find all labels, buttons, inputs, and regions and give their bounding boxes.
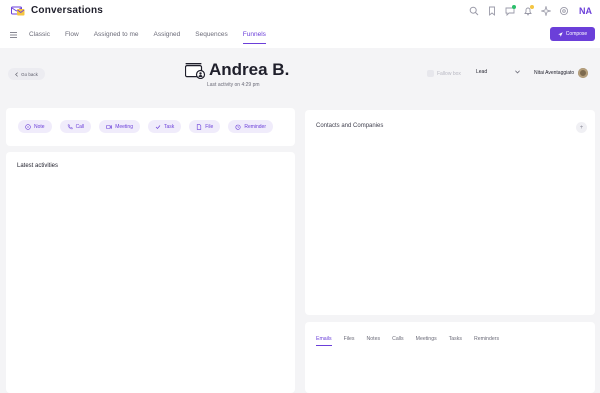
add-contact-button[interactable]: + [576,122,587,133]
task-action-label: Task [163,123,175,130]
app-logo-icon[interactable] [11,5,25,16]
settings-icon[interactable] [558,6,569,17]
tab-flow[interactable]: Flow [65,22,79,48]
file-icon [197,123,202,130]
stage-select[interactable]: Lead [476,69,520,75]
nav-bar: Classic Flow Assigned to me Assigned Seq… [0,22,600,48]
top-icons: NA [468,4,592,18]
search-icon[interactable] [468,6,479,17]
tab-notes[interactable]: Notes [367,336,381,345]
fallow-checkbox[interactable] [427,70,434,77]
chevron-down-icon [515,70,520,74]
chevron-left-icon [15,71,18,77]
note-icon [25,123,31,130]
file-action-button[interactable]: File [189,120,221,133]
menu-icon[interactable] [10,32,17,38]
contact-card-icon [185,63,206,79]
note-action-label: Note [34,123,45,130]
activities-card: Latest activities [6,152,295,393]
reminder-action-button[interactable]: Reminder [228,120,274,133]
reminder-icon [235,124,241,130]
meeting-action-button[interactable]: Meeting [99,120,140,133]
file-action-label: File [205,123,214,130]
tab-calls[interactable]: Calls [392,336,404,345]
activities-title: Latest activities [17,163,59,169]
note-action-button[interactable]: Note [18,120,52,133]
tab-assigned-to-me[interactable]: Assigned to me [94,22,139,48]
chat-icon[interactable] [504,4,516,17]
owner-avatar [578,68,589,78]
reminder-action-label: Reminder [244,123,267,130]
sparkle-icon[interactable] [540,6,551,17]
tab-reminders[interactable]: Reminders [474,336,499,345]
fallow-box-toggle[interactable]: Fallow box [427,70,461,77]
contacts-card: Contacts and Companies + [305,110,595,315]
task-icon [155,124,161,129]
phone-icon [67,124,73,129]
send-icon [558,31,563,37]
go-back-button[interactable]: Go back [8,68,45,80]
tab-classic[interactable]: Classic [29,22,50,48]
detail-tabs-card: Emails Files Notes Calls Meetings Tasks … [305,322,595,393]
call-action-label: Call [75,123,85,130]
tab-funnels[interactable]: Funnels [242,22,267,48]
go-back-label: Go back [21,71,38,77]
meeting-action-label: Meeting [115,123,133,130]
app-title: Conversations [31,5,104,16]
meeting-icon [106,124,113,129]
contacts-title: Contacts and Companies [316,123,384,129]
top-bar: Conversations NA [0,0,600,22]
action-chips: Note Call Meeting Task File Reminder [18,120,274,133]
detail-tabs: Emails Files Notes Calls Meetings Tasks … [316,336,511,346]
tab-files[interactable]: Files [344,336,355,345]
bell-badge [530,4,534,9]
chat-badge [512,4,516,9]
tab-meetings[interactable]: Meetings [416,336,437,345]
tab-tasks[interactable]: Tasks [449,336,462,345]
nav-tabs: Classic Flow Assigned to me Assigned Seq… [29,22,281,48]
owner-name: Nitai Aventaggiato [534,70,575,76]
task-action-button[interactable]: Task [147,120,182,133]
contact-name: Andrea B. [209,60,290,79]
tab-sequences[interactable]: Sequences [195,22,228,48]
owner-selector[interactable]: Nitai Aventaggiato [534,68,589,78]
last-activity: Last activity on 4:29 pm [207,82,260,88]
call-action-button[interactable]: Call [59,120,92,133]
bell-icon[interactable] [522,4,534,17]
stage-value: Lead [476,69,488,75]
tab-emails[interactable]: Emails [316,336,332,346]
bookmark-icon[interactable] [486,6,497,17]
tab-assigned[interactable]: Assigned [154,22,181,48]
user-avatar[interactable]: NA [579,6,592,16]
fallow-label: Fallow box [437,70,461,77]
compose-label: Compose [565,31,588,37]
compose-button[interactable]: Compose [550,27,595,41]
actions-card: Note Call Meeting Task File Reminder [6,108,295,146]
